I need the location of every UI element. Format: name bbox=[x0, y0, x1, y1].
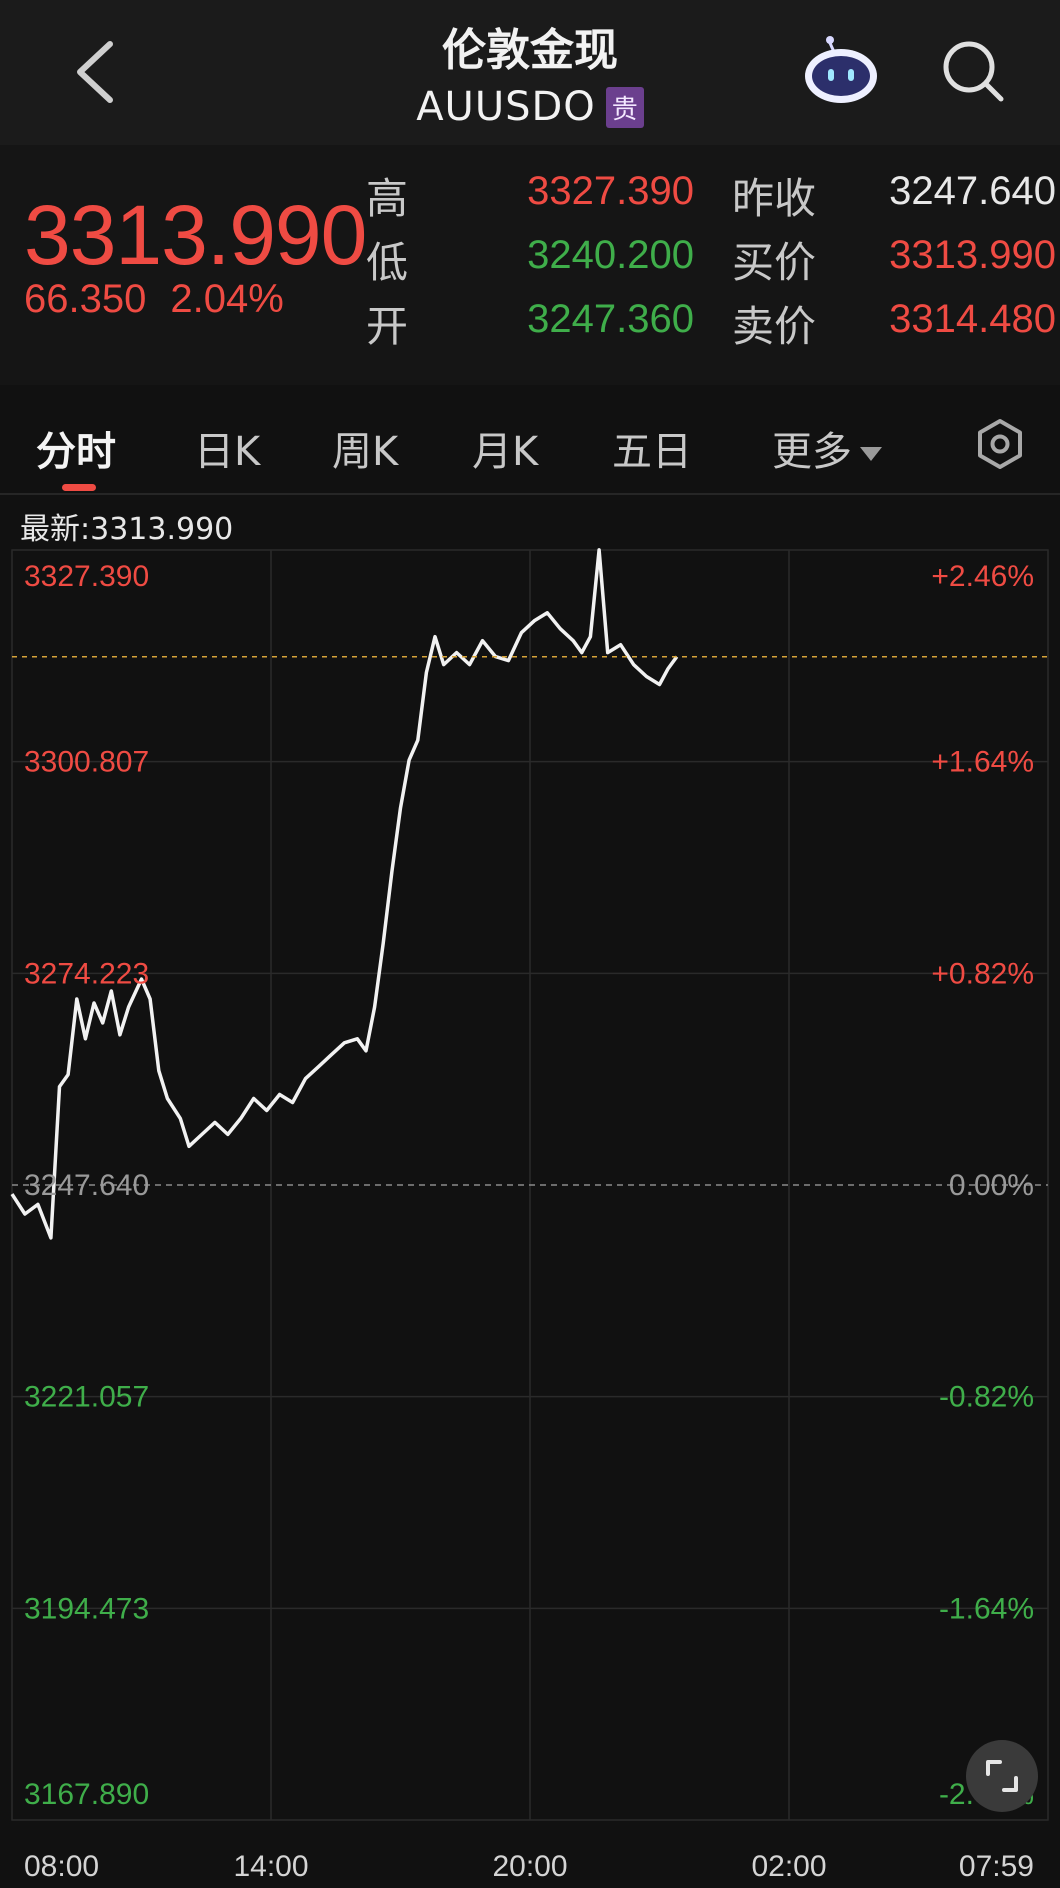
y-tick-label: 3221.057 bbox=[24, 1381, 149, 1414]
caret-down-icon bbox=[860, 447, 882, 461]
tab-weekly-k[interactable]: 周K bbox=[332, 419, 398, 477]
low-value: 3240.200 bbox=[527, 233, 694, 277]
change-percent: 2.04% bbox=[170, 277, 284, 321]
ask-label: 卖价 bbox=[732, 302, 817, 351]
change-amount: 66.350 bbox=[24, 277, 147, 321]
last-price: 3313.990 bbox=[24, 188, 367, 282]
y-pct-label: +1.64% bbox=[931, 746, 1034, 779]
y-tick-label: 3247.640 bbox=[24, 1169, 149, 1202]
period-tabs: 分时 日K 周K 月K 五日 更多 bbox=[0, 385, 1060, 493]
y-tick-label: 3300.807 bbox=[24, 746, 149, 779]
y-pct-label: +2.46% bbox=[931, 560, 1034, 593]
tab-more[interactable]: 更多 bbox=[772, 419, 882, 477]
y-tick-label: 3167.890 bbox=[24, 1778, 149, 1811]
x-tick-label: 07:59 bbox=[959, 1850, 1034, 1883]
tab-monthly-k[interactable]: 月K bbox=[472, 419, 538, 477]
tab-intraday[interactable]: 分时 bbox=[36, 419, 116, 477]
y-tick-label: 3274.223 bbox=[24, 957, 149, 990]
open-label: 开 bbox=[366, 302, 409, 351]
x-tick-label: 08:00 bbox=[24, 1850, 99, 1883]
ask-value: 3314.480 bbox=[889, 297, 1056, 341]
prev-close-value: 3247.640 bbox=[889, 169, 1056, 213]
page-title: 伦敦金现 bbox=[442, 25, 618, 76]
robot-icon[interactable] bbox=[800, 34, 882, 106]
y-tick-label: 3194.473 bbox=[24, 1592, 149, 1625]
y-tick-label: 3327.390 bbox=[24, 560, 149, 593]
tab-more-label: 更多 bbox=[772, 429, 852, 475]
active-tab-indicator bbox=[62, 484, 96, 491]
y-pct-label: -0.82% bbox=[939, 1381, 1034, 1414]
price-line bbox=[10, 548, 679, 1240]
bid-value: 3313.990 bbox=[889, 233, 1056, 277]
hexagon-gear-icon[interactable] bbox=[974, 418, 1026, 470]
tab-five-day[interactable]: 五日 bbox=[612, 419, 692, 477]
x-tick-label: 20:00 bbox=[492, 1850, 567, 1883]
y-pct-label: -1.64% bbox=[939, 1592, 1034, 1625]
bid-label: 买价 bbox=[732, 238, 817, 287]
high-value: 3327.390 bbox=[527, 169, 694, 213]
quote-panel: 3313.990 66.350 2.04% 高 低 开 3327.390 3240… bbox=[0, 145, 1060, 385]
y-pct-label: 0.00% bbox=[949, 1169, 1034, 1202]
x-tick-label: 02:00 bbox=[751, 1850, 826, 1883]
symbol-code: AUUSDO bbox=[416, 84, 596, 130]
category-badge: 贵 bbox=[605, 86, 644, 128]
tab-divider bbox=[0, 493, 1060, 495]
search-icon[interactable] bbox=[940, 38, 1006, 104]
y-pct-label: +0.82% bbox=[931, 957, 1034, 990]
price-change: 66.350 2.04% bbox=[24, 277, 308, 322]
tab-daily-k[interactable]: 日K bbox=[194, 419, 260, 477]
symbol-line: AUUSDO 贵 bbox=[0, 84, 1060, 130]
top-bar: 伦敦金现 AUUSDO 贵 bbox=[0, 0, 1060, 145]
expand-icon bbox=[986, 1760, 1018, 1792]
prev-close-label: 昨收 bbox=[732, 174, 817, 223]
intraday-chart[interactable]: 3327.390 +2.46% 3300.807 +1.64% 3274.223 +0.8… bbox=[0, 540, 1060, 1888]
high-label: 高 bbox=[366, 174, 409, 223]
expand-button[interactable] bbox=[966, 1740, 1038, 1812]
x-tick-label: 14:00 bbox=[233, 1850, 308, 1883]
low-label: 低 bbox=[366, 238, 409, 287]
open-value: 3247.360 bbox=[527, 297, 694, 341]
